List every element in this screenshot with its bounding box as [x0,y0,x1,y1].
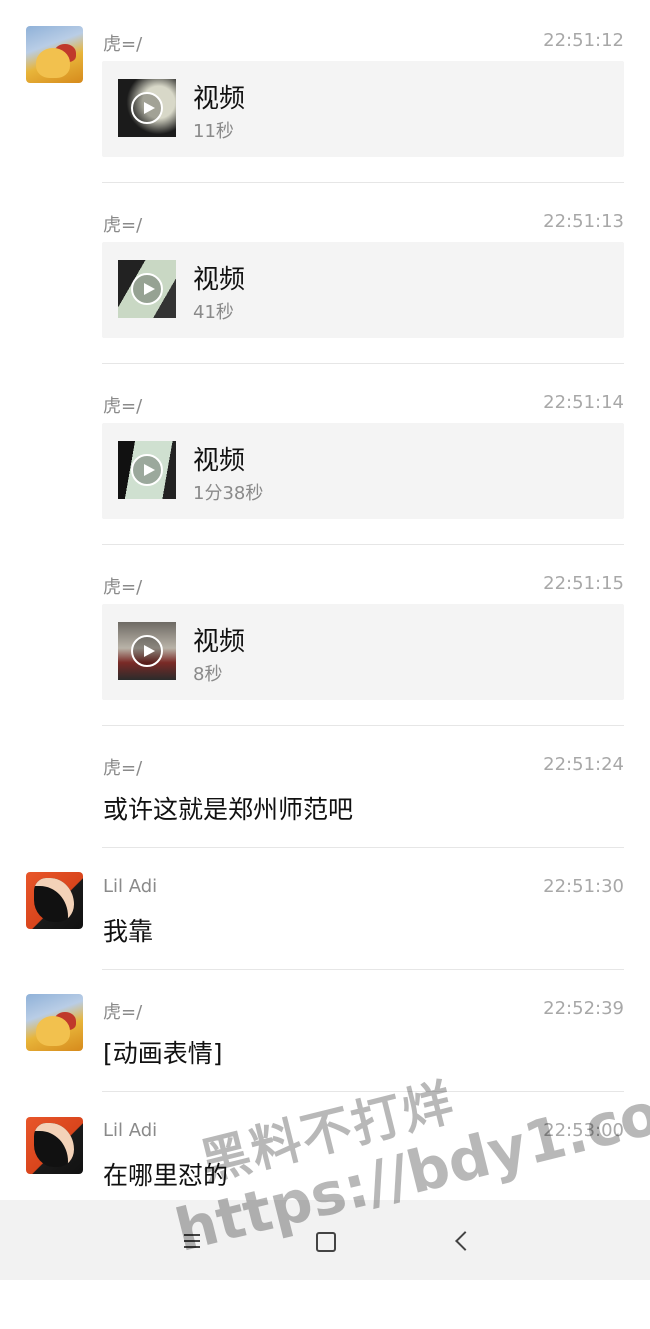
video-title: 视频 [193,627,246,657]
menu-icon[interactable] [175,1224,209,1258]
video-thumbnail [118,441,176,499]
divider [102,725,624,726]
divider [102,847,624,848]
divider [102,1091,624,1092]
sender-name: Lil Adi [103,876,158,897]
divider [102,363,624,364]
play-icon [131,635,163,667]
video-title: 视频 [193,446,246,476]
message-text[interactable]: [动画表情] [103,1034,223,1070]
message-text[interactable]: 或许这就是郑州师范吧 [103,790,353,826]
play-icon [131,92,163,124]
message-time: 22:53:00 [543,1120,624,1141]
video-title: 视频 [193,84,246,114]
message-text[interactable]: 我靠 [103,912,153,948]
sender-name: Lil Adi [103,1120,158,1141]
message-time: 22:51:12 [543,30,624,51]
message-time: 22:52:39 [543,998,624,1019]
video-thumbnail [118,260,176,318]
divider [102,544,624,545]
video-title: 视频 [193,265,246,295]
system-navigation-bar [0,1200,650,1280]
message-time: 22:51:15 [543,573,624,594]
pooh-avatar[interactable] [26,26,83,83]
play-icon [131,273,163,305]
pooh-avatar[interactable] [26,994,83,1051]
video-duration: 11秒 [193,121,234,142]
divider [102,182,624,183]
video-duration: 1分38秒 [193,483,264,504]
video-card[interactable]: 视频 1分38秒 [102,423,624,519]
sender-name: 虎=/ [103,1002,143,1023]
sender-name: 虎=/ [103,215,143,236]
sender-name: 虎=/ [103,577,143,598]
video-duration: 8秒 [193,664,223,685]
message-time: 22:51:13 [543,211,624,232]
video-card[interactable]: 视频 11秒 [102,61,624,157]
video-duration: 41秒 [193,302,234,323]
back-icon[interactable] [444,1224,478,1258]
message-time: 22:51:14 [543,392,624,413]
sender-name: 虎=/ [103,396,143,417]
play-icon [131,454,163,486]
message-time: 22:51:24 [543,754,624,775]
home-icon[interactable] [308,1224,342,1258]
message-text[interactable]: 在哪里怼的 [103,1156,228,1192]
video-thumbnail [118,79,176,137]
video-card[interactable]: 视频 8秒 [102,604,624,700]
goku-avatar[interactable] [26,1117,83,1174]
sender-name: 虎=/ [103,34,143,55]
divider [102,969,624,970]
chat-history-list[interactable]: 虎=/ 22:51:12 视频 11秒 虎=/ 22:51:13 视频 41秒 … [0,0,650,1200]
message-time: 22:51:30 [543,876,624,897]
video-thumbnail [118,622,176,680]
video-card[interactable]: 视频 41秒 [102,242,624,338]
sender-name: 虎=/ [103,758,143,779]
goku-avatar[interactable] [26,872,83,929]
